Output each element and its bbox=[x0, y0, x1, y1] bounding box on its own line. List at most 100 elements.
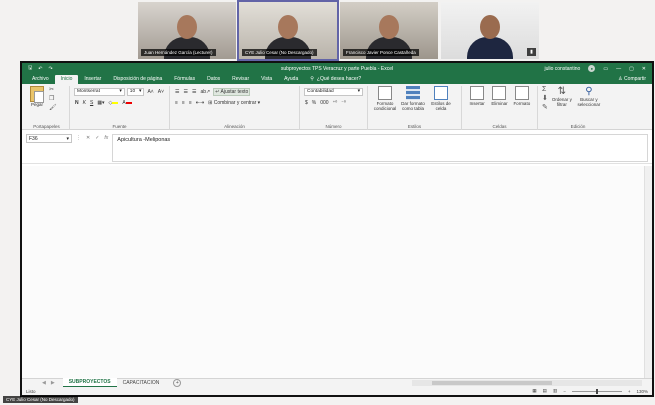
paste-button[interactable]: Pegar bbox=[28, 86, 46, 111]
tell-me-text: ¿Qué desea hacer? bbox=[316, 76, 362, 82]
next-sheet-icon[interactable]: ▶ bbox=[51, 380, 55, 386]
zoom-level[interactable]: 130% bbox=[636, 389, 648, 394]
tab-insertar[interactable]: Insertar bbox=[78, 75, 107, 84]
tab-formulas[interactable]: Fórmulas bbox=[168, 75, 201, 84]
font-color-icon[interactable]: A bbox=[121, 100, 132, 106]
close-button[interactable]: ✕ bbox=[642, 66, 646, 72]
minimize-button[interactable]: — bbox=[616, 66, 621, 72]
increase-font-icon[interactable]: A˄ bbox=[146, 89, 154, 95]
chevron-down-icon: ▾ bbox=[66, 135, 69, 142]
share-label: Compartir bbox=[624, 76, 646, 82]
horizontal-scrollbar[interactable] bbox=[412, 380, 642, 386]
font-size-combo[interactable]: 10 ▾ bbox=[126, 87, 145, 96]
vertical-scrollbar[interactable] bbox=[644, 166, 652, 378]
merge-center-button[interactable]: ⊞ Combinar y centrar ▾ bbox=[207, 100, 261, 106]
ribbon-display-options-icon[interactable]: ▭ bbox=[603, 66, 608, 72]
align-right-icon[interactable]: ≡ bbox=[188, 100, 193, 106]
zoom-slider[interactable] bbox=[571, 388, 622, 394]
orientation-icon[interactable]: ab↗ bbox=[199, 89, 211, 95]
sheet-nav: ◀ ▶ bbox=[22, 380, 63, 386]
copy-icon[interactable]: ❐ bbox=[49, 95, 57, 102]
format-painter-icon[interactable]: 🖌 bbox=[49, 104, 57, 111]
font-name-value: Montserrat bbox=[77, 89, 100, 94]
sheet-tab-capacitacion[interactable]: CAPACITACION bbox=[117, 379, 166, 387]
search-icon: ⚲ bbox=[585, 86, 593, 97]
format-as-table-label: Dar formato como tabla bbox=[401, 101, 425, 111]
group-label: Fuente bbox=[112, 124, 127, 129]
tab-archivo[interactable]: Archivo bbox=[26, 75, 55, 84]
name-box[interactable]: F36 ▾ bbox=[26, 134, 72, 143]
italic-button[interactable]: K bbox=[82, 100, 87, 106]
increase-decimal-icon[interactable]: ⁺⁰ bbox=[332, 100, 339, 106]
align-center-icon[interactable]: ≡ bbox=[181, 100, 186, 106]
cut-icon[interactable]: ✂ bbox=[49, 86, 57, 93]
tab-vista[interactable]: Vista bbox=[255, 75, 278, 84]
align-bottom-icon[interactable]: ☰ bbox=[191, 89, 197, 95]
group-label: Estilos bbox=[407, 124, 422, 129]
participant-tile-3[interactable]: Francisco Javier Ponce Castañeda bbox=[340, 2, 438, 59]
merge-label: Combinar y centrar bbox=[213, 99, 257, 106]
borders-icon[interactable]: ▦▾ bbox=[96, 100, 105, 106]
number-format-combo[interactable]: Contabilidad ▾ bbox=[304, 87, 363, 96]
participant-tile-4[interactable]: ▮ bbox=[441, 2, 539, 59]
indent-icon[interactable]: ⇤⇥ bbox=[195, 100, 205, 106]
zoom-out-icon[interactable]: − bbox=[563, 389, 566, 394]
tab-ayuda[interactable]: Ayuda bbox=[278, 75, 304, 84]
undo-icon[interactable]: ↶ bbox=[38, 66, 42, 72]
participant-tile-2[interactable]: CYE Julio Cesar (No Descargado) bbox=[237, 0, 339, 61]
normal-view-icon[interactable]: ▦ bbox=[532, 388, 536, 394]
user-name[interactable]: julio constantino bbox=[544, 66, 580, 72]
decrease-font-icon[interactable]: A˅ bbox=[157, 89, 165, 95]
cell-styles-icon bbox=[434, 86, 448, 100]
page-layout-icon[interactable]: ▤ bbox=[543, 388, 547, 394]
alignment-group: ☰ ☰ ☰ ab↗ ↵ Ajustar texto ≡ ≡ ≡ ⇤⇥ ⊞ Com… bbox=[170, 86, 300, 130]
fill-color-icon[interactable]: ◇ bbox=[108, 100, 120, 106]
number-format-value: Contabilidad bbox=[307, 89, 334, 94]
delete-icon bbox=[492, 86, 507, 100]
participant-name: Juan Hernández García (Lecturer) bbox=[141, 49, 216, 56]
prev-sheet-icon[interactable]: ◀ bbox=[42, 380, 46, 386]
participant-tile-1[interactable]: Juan Hernández García (Lecturer) bbox=[138, 2, 236, 59]
thousands-button[interactable]: 000 bbox=[319, 100, 329, 106]
tab-disposicion[interactable]: Disposición de página bbox=[107, 75, 168, 84]
bold-button[interactable]: N bbox=[74, 100, 80, 106]
person-icon: ♙ bbox=[618, 76, 623, 82]
underline-button[interactable]: S bbox=[89, 100, 94, 106]
align-left-icon[interactable]: ≡ bbox=[174, 100, 179, 106]
scroll-thumb[interactable] bbox=[432, 381, 552, 385]
cell-styles-label: Estilos de celda bbox=[431, 101, 451, 111]
decrease-decimal-icon[interactable]: ⁻⁰ bbox=[340, 100, 347, 106]
page-break-icon[interactable]: ▥ bbox=[553, 388, 557, 394]
tab-inicio[interactable]: Inicio bbox=[54, 75, 79, 84]
save-icon[interactable]: 🖫 bbox=[28, 65, 32, 73]
share-button[interactable]: ♙ Compartir bbox=[612, 75, 652, 84]
align-middle-icon[interactable]: ☰ bbox=[182, 89, 188, 95]
worksheet-grid[interactable] bbox=[22, 166, 652, 378]
tab-datos[interactable]: Datos bbox=[201, 75, 226, 84]
fill-icon[interactable]: ⬇ bbox=[542, 94, 548, 102]
font-name-combo[interactable]: Montserrat ▾ bbox=[74, 87, 125, 96]
sheet-tabs-bar: ◀ ▶ SUBPROYECTOS CAPACITACION + bbox=[22, 378, 652, 388]
tell-me-box[interactable]: ⚲ ¿Qué desea hacer? bbox=[304, 75, 367, 84]
redo-icon[interactable]: ↷ bbox=[48, 66, 52, 72]
avatar[interactable]: ● bbox=[588, 65, 596, 72]
align-top-icon[interactable]: ☰ bbox=[174, 89, 180, 95]
sort-filter-label: Ordenar y filtrar bbox=[551, 97, 572, 107]
currency-button[interactable]: $ bbox=[304, 100, 309, 106]
autosum-icon[interactable]: Σ bbox=[542, 86, 548, 93]
formula-input[interactable]: Apicultura -Meliponas bbox=[112, 134, 648, 162]
wrap-text-button[interactable]: ↵ Ajustar texto bbox=[213, 87, 251, 96]
clear-icon[interactable]: ✎ bbox=[542, 103, 548, 111]
video-strip: Juan Hernández García (Lecturer) CYE Jul… bbox=[138, 0, 539, 61]
zoom-in-icon[interactable]: + bbox=[628, 389, 631, 394]
percent-button[interactable]: % bbox=[311, 100, 317, 106]
maximize-button[interactable]: ▢ bbox=[629, 66, 634, 72]
cancel-icon[interactable]: ✕ bbox=[86, 135, 90, 141]
chevron-down-icon: ▾ bbox=[139, 89, 142, 94]
fx-icon[interactable]: fx bbox=[104, 135, 108, 141]
quick-access-toolbar: 🖫 ↶ ↷ bbox=[28, 65, 53, 73]
tab-revisar[interactable]: Revisar bbox=[226, 75, 255, 84]
add-sheet-button[interactable]: + bbox=[173, 379, 182, 387]
confirm-icon[interactable]: ✓ bbox=[95, 135, 99, 141]
ribbon: Pegar ✂ ❐ 🖌 Portapapeles Montserrat ▾ 10 bbox=[22, 84, 652, 130]
